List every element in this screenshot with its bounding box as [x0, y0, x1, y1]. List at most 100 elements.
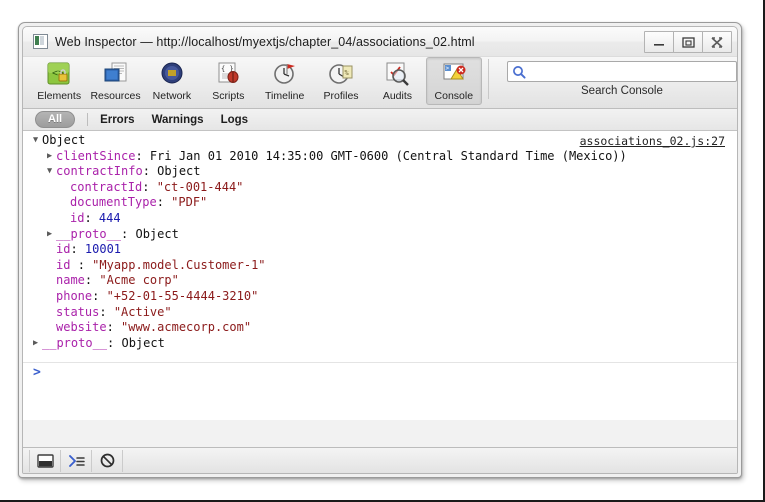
- disclosure-triangle-open-icon[interactable]: ▼: [33, 133, 42, 149]
- panel-label-scripts: Scripts: [212, 90, 245, 102]
- console-prompt-icon: [68, 454, 85, 467]
- property-name: website: [56, 320, 107, 335]
- disclosure-triangle-closed-icon[interactable]: ▶: [47, 149, 56, 165]
- panel-button-audits[interactable]: Audits: [369, 57, 425, 105]
- string-value: "Acme corp": [99, 273, 179, 288]
- property-text: : Object: [121, 226, 179, 241]
- panel-toolbar: <> Elements Resources Network {} Script…: [23, 57, 737, 109]
- number-value: 10001: [84, 242, 122, 257]
- object-tree-row[interactable]: ▶ __proto__: Object: [33, 336, 729, 352]
- dock-window-button[interactable]: [29, 449, 61, 472]
- elements-icon: <>: [47, 62, 70, 85]
- title-bar: Web Inspector — http://localhost/myextjs…: [23, 27, 737, 57]
- console-filter-bar: All Errors Warnings Logs: [23, 109, 737, 131]
- object-tree-row[interactable]: ▶ clientSince: Fri Jan 01 2010 14:35:00 G…: [33, 149, 729, 165]
- property-text: Object: [42, 133, 86, 147]
- property-name: contractInfo: [56, 164, 143, 179]
- property-text: : Object: [142, 164, 201, 179]
- string-value: "+52-01-55-4444-3210": [106, 288, 259, 303]
- object-tree-row[interactable]: id: 444: [33, 211, 729, 227]
- object-tree-row[interactable]: name: "Acme corp": [33, 273, 729, 289]
- close-button[interactable]: [702, 31, 732, 53]
- property-text: :: [92, 288, 107, 303]
- panel-button-resources[interactable]: Resources: [87, 57, 143, 105]
- panel-label-resources: Resources: [90, 90, 141, 102]
- screenshot-root: Web Inspector — http://localhost/myextjs…: [0, 0, 765, 502]
- clear-console-icon: [100, 453, 114, 468]
- panel-button-network[interactable]: Network: [144, 57, 200, 105]
- property-name: __proto__: [42, 335, 108, 350]
- filter-logs-button[interactable]: Logs: [221, 114, 248, 126]
- network-icon: [161, 62, 183, 84]
- disclosure-triangle-open-icon[interactable]: ▼: [47, 164, 56, 180]
- object-tree-row[interactable]: ▶ __proto__: Object: [33, 227, 729, 243]
- property-name: id: [70, 210, 85, 225]
- search-box[interactable]: [506, 61, 737, 82]
- property-name: name: [56, 273, 85, 288]
- panel-button-profiles[interactable]: % Profiles: [313, 57, 369, 105]
- panel-label-console: Console: [434, 90, 474, 102]
- property-name: id: [56, 242, 71, 257]
- property-text: :: [77, 257, 93, 272]
- string-value: "www.acmecorp.com": [121, 320, 252, 335]
- property-text: :: [142, 179, 157, 194]
- timeline-icon: [273, 64, 295, 84]
- web-inspector-icon: [33, 34, 48, 49]
- panel-button-elements[interactable]: <> Elements: [31, 57, 87, 105]
- string-value: "Myapp.model.Customer-1": [92, 257, 266, 272]
- window-inner-frame: Web Inspector — http://localhost/myextjs…: [22, 26, 738, 474]
- panel-button-timeline[interactable]: Timeline: [257, 57, 313, 105]
- property-text: :: [84, 273, 100, 288]
- prompt-divider: [23, 362, 737, 363]
- scripts-icon: { }: [218, 62, 239, 83]
- panel-button-console[interactable]: > Console: [425, 57, 482, 105]
- string-value: "PDF": [171, 195, 208, 210]
- property-text: : Object: [107, 335, 165, 350]
- panel-label-audits: Audits: [382, 90, 413, 102]
- dock-window-icon: [36, 453, 54, 468]
- object-tree-row[interactable]: contractId: "ct-001-444": [33, 180, 729, 196]
- object-tree-row[interactable]: phone: "+52-01-55-4444-3210": [33, 289, 729, 305]
- property-name: phone: [56, 288, 93, 303]
- number-value: 444: [98, 210, 121, 225]
- object-tree-row[interactable]: status: "Active": [33, 305, 729, 321]
- filter-errors-button[interactable]: Errors: [100, 114, 135, 126]
- console-prompt-chevron[interactable]: >: [33, 365, 41, 380]
- object-tree-row[interactable]: ▼ contractInfo: Object: [33, 164, 729, 180]
- search-area: Search Console: [506, 61, 737, 97]
- property-name: id: [56, 257, 78, 272]
- restore-button[interactable]: [673, 31, 703, 53]
- filter-divider: [87, 113, 89, 126]
- object-tree-row[interactable]: id : "Myapp.model.Customer-1": [33, 258, 729, 274]
- console-output-area[interactable]: associations_02.js:27 ▼ Object ▶ clientSinc…: [23, 131, 737, 420]
- filter-warnings-button[interactable]: Warnings: [152, 114, 204, 126]
- search-input[interactable]: [528, 64, 733, 79]
- object-tree-row[interactable]: ▼ Object: [33, 133, 729, 149]
- panel-label-elements: Elements: [37, 90, 82, 102]
- panel-button-scripts[interactable]: { } Scripts: [200, 57, 256, 105]
- clear-console-button[interactable]: [92, 449, 123, 472]
- disclosure-triangle-closed-icon[interactable]: ▶: [47, 227, 56, 243]
- object-tree-row[interactable]: id: 10001: [33, 242, 729, 258]
- window-controls: [644, 31, 732, 53]
- string-value: "Active": [113, 304, 172, 319]
- object-tree-row[interactable]: website: "www.acmecorp.com": [33, 320, 729, 336]
- property-name: documentType: [70, 195, 157, 210]
- property-text: : Fri Jan 01 2010 14:35:00 GMT-0600 (Cen…: [135, 148, 627, 163]
- disclosure-triangle-closed-icon[interactable]: ▶: [33, 336, 42, 352]
- property-text: :: [70, 242, 85, 257]
- property-text: :: [84, 210, 99, 225]
- object-tree[interactable]: ▼ Object ▶ clientSince: Fri Jan 01 2010 14:…: [33, 133, 729, 351]
- filter-all-button[interactable]: All: [35, 111, 76, 128]
- panel-label-timeline: Timeline: [265, 90, 305, 102]
- property-text: :: [106, 320, 122, 335]
- toolbar-divider: [488, 59, 489, 99]
- resources-icon: [104, 62, 127, 82]
- minimize-button[interactable]: [644, 31, 674, 53]
- console-message: associations_02.js:27 ▼ Object ▶ clientSinc…: [23, 131, 737, 351]
- object-tree-row[interactable]: documentType: "PDF": [33, 195, 729, 211]
- property-name: contractId: [70, 179, 143, 194]
- svg-text:>: >: [445, 65, 449, 72]
- console-toggle-button[interactable]: [61, 449, 92, 472]
- console-icon: >: [443, 63, 466, 80]
